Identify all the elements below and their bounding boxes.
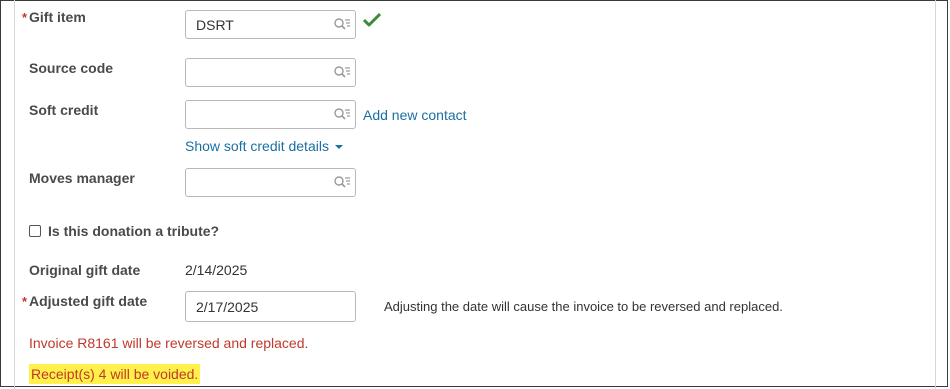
adjusted-gift-date-input[interactable]: 2/17/2025: [185, 291, 356, 322]
search-list-icon[interactable]: [333, 17, 351, 33]
adjusted-date-note: Adjusting the date will cause the invoic…: [384, 299, 783, 314]
add-new-contact-link[interactable]: Add new contact: [363, 107, 467, 123]
soft-credit-field[interactable]: [185, 100, 356, 129]
moves-manager-field[interactable]: [185, 168, 356, 197]
tribute-checkbox[interactable]: [29, 225, 41, 237]
source-code-label: Source code: [29, 60, 114, 76]
original-gift-date-label: Original gift date: [29, 262, 141, 278]
adjusted-gift-date-label: Adjusted gift date: [29, 293, 148, 309]
source-code-field[interactable]: [185, 58, 356, 87]
search-list-icon[interactable]: [333, 65, 351, 81]
original-gift-date-value: 2/14/2025: [185, 262, 248, 278]
form-panel: [0, 0, 948, 387]
gift-item-label: Gift item: [29, 9, 86, 25]
panel-right-border: [935, 0, 936, 389]
soft-credit-label: Soft credit: [29, 102, 99, 118]
adjusted-gift-date-value: 2/17/2025: [196, 299, 259, 315]
search-list-icon[interactable]: [333, 107, 351, 123]
checkmark-icon: [363, 12, 381, 27]
gift-item-field[interactable]: DSRT: [185, 10, 356, 39]
invoice-warning-message: Invoice R8161 will be reversed and repla…: [29, 335, 309, 351]
caret-down-icon: [334, 145, 343, 150]
required-asterisk: *: [22, 294, 28, 309]
show-soft-credit-details-link[interactable]: Show soft credit details: [185, 138, 343, 154]
show-soft-credit-details-label: Show soft credit details: [185, 138, 329, 154]
receipt-warning-highlight: Receipt(s) 4 will be voided.: [29, 364, 201, 384]
required-asterisk: *: [22, 10, 28, 25]
receipt-warning-message: Receipt(s) 4 will be voided.: [29, 364, 201, 384]
gift-item-value: DSRT: [196, 17, 234, 33]
panel-left-border: [14, 0, 15, 389]
search-list-icon[interactable]: [333, 175, 351, 191]
tribute-checkbox-label[interactable]: Is this donation a tribute?: [48, 223, 219, 239]
moves-manager-label: Moves manager: [29, 170, 135, 186]
